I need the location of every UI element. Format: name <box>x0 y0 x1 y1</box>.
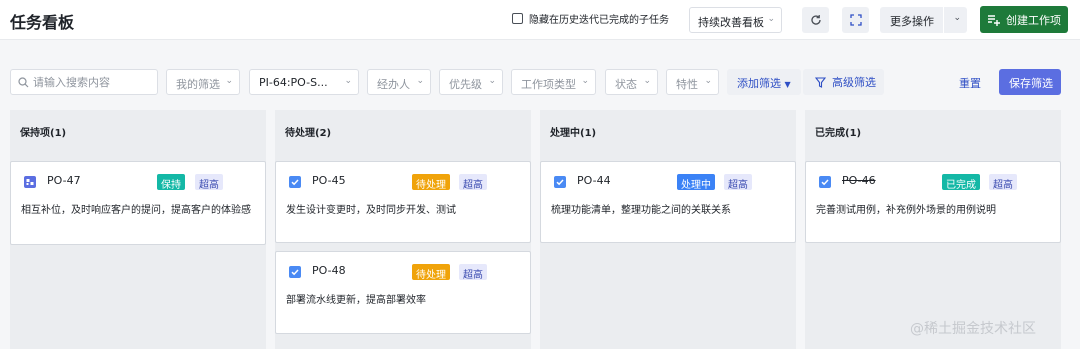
search-input[interactable]: 请输入搜索内容 <box>10 69 158 95</box>
card-description: 完善测试用例，补充例外场景的用例说明 <box>816 205 996 216</box>
divider <box>943 7 944 33</box>
task-check-icon <box>288 174 302 193</box>
task-check-icon <box>288 264 302 283</box>
priority-badge: 超高 <box>989 174 1017 191</box>
assignee-select[interactable]: 经办人 ⌄ <box>367 69 431 95</box>
more-actions-button[interactable]: 更多操作 ⌄ <box>880 7 967 33</box>
task-card[interactable]: PO-45 待处理 超高 发生设计变更时，及时同步开发、测试 <box>275 161 531 243</box>
chevron-down-icon: ⌄ <box>488 76 496 86</box>
status-badge: 待处理 <box>412 264 450 281</box>
column-title: 已完成(1) <box>815 128 862 139</box>
watermark: @稀土掘金技术社区 <box>910 321 1036 337</box>
my-filter-label: 我的筛选 <box>176 78 220 91</box>
iteration-value: PI-64:PO-S... <box>259 76 328 89</box>
chevron-down-icon: ⌄ <box>344 76 352 86</box>
funnel-icon <box>815 76 826 88</box>
iteration-select[interactable]: PI-64:PO-S... ⌄ <box>249 69 359 95</box>
assignee-label: 经办人 <box>377 78 410 91</box>
card-id[interactable]: PO-44 <box>577 174 611 187</box>
priority-badge: 超高 <box>724 174 752 191</box>
top-bar: 任务看板 隐藏在历史迭代已完成的子任务 持续改善看板 ⌄ 更多操作 ⌄ 创建工作… <box>0 0 1080 40</box>
more-actions-label: 更多操作 <box>890 15 934 28</box>
priority-badge: 超高 <box>459 264 487 281</box>
card-id[interactable]: PO-45 <box>312 174 346 187</box>
priority-label: 优先级 <box>449 78 482 91</box>
chevron-down-icon: ⌄ <box>704 76 712 86</box>
priority-badge: 超高 <box>195 174 223 191</box>
advanced-filter-label: 高级筛选 <box>832 76 876 89</box>
task-card[interactable]: PO-47 保持 超高 相互补位，及时响应客户的提问，提高客户的体验感 <box>10 161 266 245</box>
attribute-select[interactable]: 特性 ⌄ <box>666 69 719 95</box>
column-title: 待处理(2) <box>285 128 332 139</box>
status-badge: 已完成 <box>942 174 980 191</box>
column-todo: 待处理(2) PO-45 待处理 超高 发生设计变更时，及时同步开发、测试 PO… <box>275 110 531 349</box>
save-filter-button[interactable]: 保存筛选 <box>999 69 1061 95</box>
create-item-button[interactable]: 创建工作项 <box>980 6 1068 33</box>
add-filter-label: 添加筛选 <box>737 77 781 90</box>
item-type-label: 工作项类型 <box>521 78 576 91</box>
column-hold: 保持项(1) PO-47 保持 超高 相互补位，及时响应客户的提问，提高客户的体… <box>10 110 266 349</box>
priority-badge: 超高 <box>459 174 487 191</box>
refresh-button[interactable] <box>802 7 829 33</box>
page-title: 任务看板 <box>10 13 75 32</box>
card-description: 相互补位，及时响应客户的提问，提高客户的体验感 <box>21 205 251 216</box>
card-description: 部署流水线更新，提高部署效率 <box>286 295 426 306</box>
add-filter-button[interactable]: 添加筛选 ▼ <box>727 69 801 95</box>
board-select-value: 持续改善看板 <box>698 16 764 29</box>
fullscreen-button[interactable] <box>842 7 869 33</box>
fullscreen-icon <box>849 14 862 26</box>
task-card[interactable]: PO-48 待处理 超高 部署流水线更新，提高部署效率 <box>275 251 531 334</box>
filter-bar: 请输入搜索内容 我的筛选 ⌄ PI-64:PO-S... ⌄ 经办人 ⌄ 优先级 ⌄ 工… <box>0 60 1080 96</box>
task-card[interactable]: PO-44 处理中 超高 梳理功能清单，整理功能之间的关联关系 <box>540 161 796 243</box>
caret-down-icon: ▼ <box>784 80 791 89</box>
card-id[interactable]: PO-46 <box>842 174 876 187</box>
card-description: 发生设计变更时，及时同步开发、测试 <box>286 205 456 216</box>
chevron-down-icon: ⌄ <box>581 76 589 86</box>
priority-select[interactable]: 优先级 ⌄ <box>439 69 503 95</box>
chevron-down-icon: ⌄ <box>767 14 775 24</box>
task-check-icon <box>553 174 567 193</box>
hide-completed-label: 隐藏在历史迭代已完成的子任务 <box>529 15 669 26</box>
chevron-down-icon: ⌄ <box>643 76 651 86</box>
column-title: 保持项(1) <box>20 128 67 139</box>
search-placeholder: 请输入搜索内容 <box>33 76 110 89</box>
refresh-icon <box>810 15 821 25</box>
advanced-filter-button[interactable]: 高级筛选 <box>803 69 884 95</box>
column-done: 已完成(1) PO-46 已完成 超高 完善测试用例，补充例外场景的用例说明 <box>805 110 1061 349</box>
card-id[interactable]: PO-47 <box>47 174 81 187</box>
task-card[interactable]: PO-46 已完成 超高 完善测试用例，补充例外场景的用例说明 <box>805 161 1061 243</box>
status-badge: 待处理 <box>412 174 450 191</box>
create-item-label: 创建工作项 <box>1006 13 1061 27</box>
task-check-icon <box>818 174 832 193</box>
item-type-select[interactable]: 工作项类型 ⌄ <box>511 69 596 95</box>
status-badge: 处理中 <box>677 174 715 191</box>
column-title: 处理中(1) <box>550 128 597 139</box>
reset-button[interactable]: 重置 <box>959 75 981 91</box>
add-list-icon <box>988 14 1000 26</box>
column-in-progress: 处理中(1) PO-44 处理中 超高 梳理功能清单，整理功能之间的关联关系 <box>540 110 796 349</box>
chevron-down-icon: ⌄ <box>416 76 424 86</box>
chevron-down-icon: ⌄ <box>225 76 233 86</box>
search-icon <box>18 76 29 87</box>
status-label: 状态 <box>615 78 637 91</box>
status-badge: 保持 <box>157 174 185 191</box>
checkbox-box[interactable] <box>512 13 523 24</box>
chevron-down-icon[interactable]: ⌄ <box>953 13 961 23</box>
hide-completed-checkbox[interactable]: 隐藏在历史迭代已完成的子任务 <box>512 11 669 26</box>
status-select[interactable]: 状态 ⌄ <box>605 69 658 95</box>
board-select[interactable]: 持续改善看板 ⌄ <box>689 7 782 33</box>
attribute-label: 特性 <box>676 78 698 91</box>
card-id[interactable]: PO-48 <box>312 264 346 277</box>
my-filter-select[interactable]: 我的筛选 ⌄ <box>166 69 240 95</box>
card-description: 梳理功能清单，整理功能之间的关联关系 <box>551 205 731 216</box>
requirement-icon <box>23 174 37 193</box>
